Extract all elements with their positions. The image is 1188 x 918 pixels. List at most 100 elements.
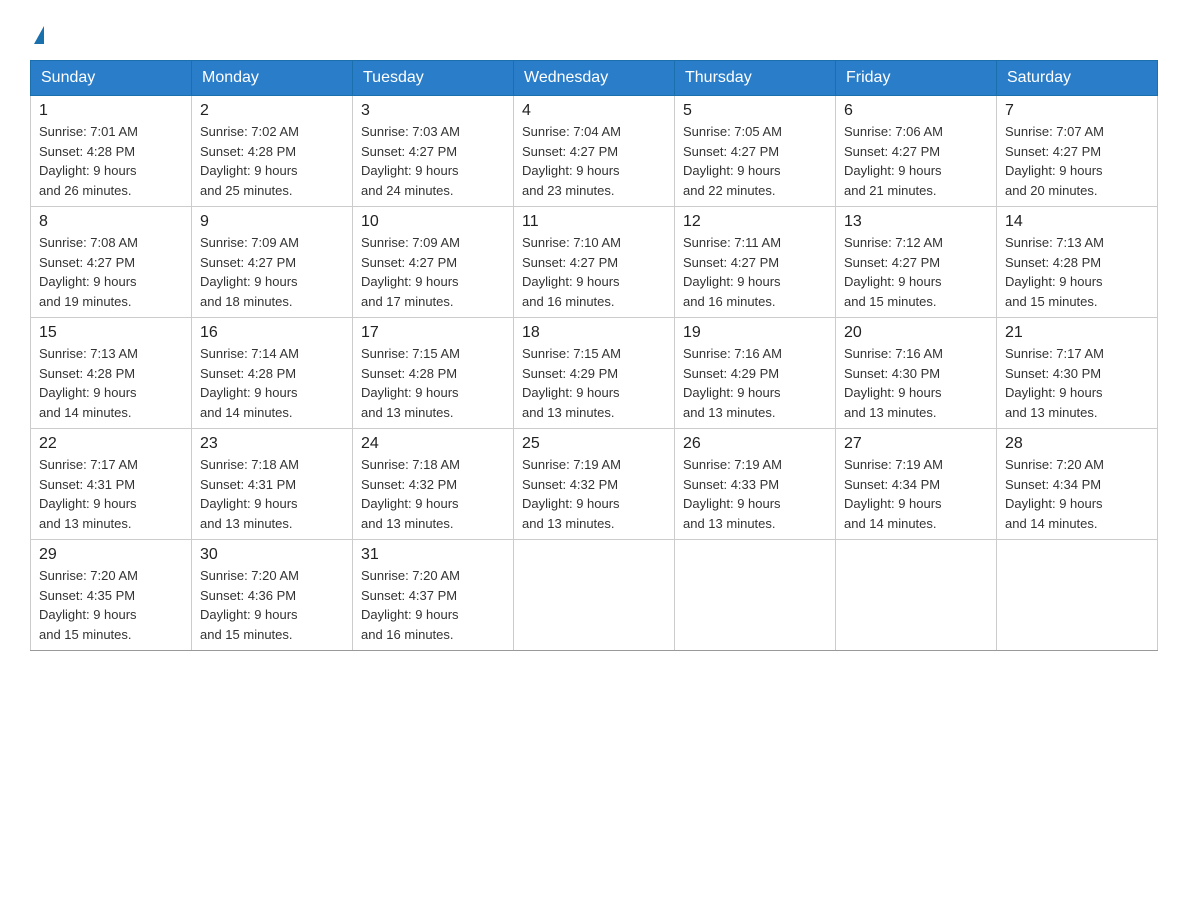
day-number: 11 [522, 213, 666, 231]
day-info: Sunrise: 7:18 AM Sunset: 4:32 PM Dayligh… [361, 455, 505, 533]
day-number: 31 [361, 546, 505, 564]
day-info: Sunrise: 7:02 AM Sunset: 4:28 PM Dayligh… [200, 122, 344, 200]
weekday-header-wednesday: Wednesday [514, 61, 675, 96]
day-info: Sunrise: 7:20 AM Sunset: 4:37 PM Dayligh… [361, 566, 505, 644]
calendar-cell: 31 Sunrise: 7:20 AM Sunset: 4:37 PM Dayl… [353, 540, 514, 651]
calendar-cell: 19 Sunrise: 7:16 AM Sunset: 4:29 PM Dayl… [675, 318, 836, 429]
calendar-cell: 30 Sunrise: 7:20 AM Sunset: 4:36 PM Dayl… [192, 540, 353, 651]
day-number: 5 [683, 102, 827, 120]
day-info: Sunrise: 7:01 AM Sunset: 4:28 PM Dayligh… [39, 122, 183, 200]
calendar-cell: 13 Sunrise: 7:12 AM Sunset: 4:27 PM Dayl… [836, 207, 997, 318]
day-info: Sunrise: 7:18 AM Sunset: 4:31 PM Dayligh… [200, 455, 344, 533]
day-number: 17 [361, 324, 505, 342]
weekday-header-thursday: Thursday [675, 61, 836, 96]
day-number: 10 [361, 213, 505, 231]
calendar-cell: 21 Sunrise: 7:17 AM Sunset: 4:30 PM Dayl… [997, 318, 1158, 429]
day-info: Sunrise: 7:20 AM Sunset: 4:35 PM Dayligh… [39, 566, 183, 644]
day-info: Sunrise: 7:05 AM Sunset: 4:27 PM Dayligh… [683, 122, 827, 200]
day-info: Sunrise: 7:20 AM Sunset: 4:36 PM Dayligh… [200, 566, 344, 644]
calendar-cell: 17 Sunrise: 7:15 AM Sunset: 4:28 PM Dayl… [353, 318, 514, 429]
day-info: Sunrise: 7:07 AM Sunset: 4:27 PM Dayligh… [1005, 122, 1149, 200]
day-number: 26 [683, 435, 827, 453]
day-number: 29 [39, 546, 183, 564]
day-info: Sunrise: 7:06 AM Sunset: 4:27 PM Dayligh… [844, 122, 988, 200]
calendar-cell: 8 Sunrise: 7:08 AM Sunset: 4:27 PM Dayli… [31, 207, 192, 318]
day-number: 23 [200, 435, 344, 453]
calendar-cell: 14 Sunrise: 7:13 AM Sunset: 4:28 PM Dayl… [997, 207, 1158, 318]
day-number: 16 [200, 324, 344, 342]
calendar-cell [675, 540, 836, 651]
calendar-cell: 27 Sunrise: 7:19 AM Sunset: 4:34 PM Dayl… [836, 429, 997, 540]
calendar-cell: 29 Sunrise: 7:20 AM Sunset: 4:35 PM Dayl… [31, 540, 192, 651]
day-number: 22 [39, 435, 183, 453]
day-number: 20 [844, 324, 988, 342]
day-info: Sunrise: 7:13 AM Sunset: 4:28 PM Dayligh… [1005, 233, 1149, 311]
day-info: Sunrise: 7:19 AM Sunset: 4:32 PM Dayligh… [522, 455, 666, 533]
weekday-header-sunday: Sunday [31, 61, 192, 96]
day-number: 8 [39, 213, 183, 231]
page-header [30, 20, 1158, 44]
calendar-cell: 12 Sunrise: 7:11 AM Sunset: 4:27 PM Dayl… [675, 207, 836, 318]
day-info: Sunrise: 7:19 AM Sunset: 4:34 PM Dayligh… [844, 455, 988, 533]
calendar-week-row: 8 Sunrise: 7:08 AM Sunset: 4:27 PM Dayli… [31, 207, 1158, 318]
calendar-cell: 1 Sunrise: 7:01 AM Sunset: 4:28 PM Dayli… [31, 96, 192, 207]
day-info: Sunrise: 7:17 AM Sunset: 4:30 PM Dayligh… [1005, 344, 1149, 422]
calendar-cell: 26 Sunrise: 7:19 AM Sunset: 4:33 PM Dayl… [675, 429, 836, 540]
day-info: Sunrise: 7:16 AM Sunset: 4:29 PM Dayligh… [683, 344, 827, 422]
calendar-cell: 3 Sunrise: 7:03 AM Sunset: 4:27 PM Dayli… [353, 96, 514, 207]
calendar-cell [997, 540, 1158, 651]
day-info: Sunrise: 7:12 AM Sunset: 4:27 PM Dayligh… [844, 233, 988, 311]
day-number: 27 [844, 435, 988, 453]
day-number: 21 [1005, 324, 1149, 342]
calendar-week-row: 29 Sunrise: 7:20 AM Sunset: 4:35 PM Dayl… [31, 540, 1158, 651]
calendar-cell: 28 Sunrise: 7:20 AM Sunset: 4:34 PM Dayl… [997, 429, 1158, 540]
calendar-cell: 6 Sunrise: 7:06 AM Sunset: 4:27 PM Dayli… [836, 96, 997, 207]
day-number: 25 [522, 435, 666, 453]
calendar-table: SundayMondayTuesdayWednesdayThursdayFrid… [30, 60, 1158, 651]
day-number: 13 [844, 213, 988, 231]
day-info: Sunrise: 7:09 AM Sunset: 4:27 PM Dayligh… [200, 233, 344, 311]
day-info: Sunrise: 7:17 AM Sunset: 4:31 PM Dayligh… [39, 455, 183, 533]
day-number: 2 [200, 102, 344, 120]
day-info: Sunrise: 7:15 AM Sunset: 4:28 PM Dayligh… [361, 344, 505, 422]
calendar-cell: 7 Sunrise: 7:07 AM Sunset: 4:27 PM Dayli… [997, 96, 1158, 207]
day-info: Sunrise: 7:20 AM Sunset: 4:34 PM Dayligh… [1005, 455, 1149, 533]
calendar-cell: 24 Sunrise: 7:18 AM Sunset: 4:32 PM Dayl… [353, 429, 514, 540]
day-info: Sunrise: 7:15 AM Sunset: 4:29 PM Dayligh… [522, 344, 666, 422]
calendar-cell: 15 Sunrise: 7:13 AM Sunset: 4:28 PM Dayl… [31, 318, 192, 429]
calendar-cell: 10 Sunrise: 7:09 AM Sunset: 4:27 PM Dayl… [353, 207, 514, 318]
calendar-cell: 9 Sunrise: 7:09 AM Sunset: 4:27 PM Dayli… [192, 207, 353, 318]
calendar-cell: 2 Sunrise: 7:02 AM Sunset: 4:28 PM Dayli… [192, 96, 353, 207]
day-number: 6 [844, 102, 988, 120]
day-number: 4 [522, 102, 666, 120]
day-number: 24 [361, 435, 505, 453]
weekday-header-monday: Monday [192, 61, 353, 96]
day-info: Sunrise: 7:09 AM Sunset: 4:27 PM Dayligh… [361, 233, 505, 311]
day-info: Sunrise: 7:11 AM Sunset: 4:27 PM Dayligh… [683, 233, 827, 311]
day-number: 30 [200, 546, 344, 564]
calendar-week-row: 22 Sunrise: 7:17 AM Sunset: 4:31 PM Dayl… [31, 429, 1158, 540]
calendar-cell: 22 Sunrise: 7:17 AM Sunset: 4:31 PM Dayl… [31, 429, 192, 540]
calendar-week-row: 15 Sunrise: 7:13 AM Sunset: 4:28 PM Dayl… [31, 318, 1158, 429]
day-number: 14 [1005, 213, 1149, 231]
day-number: 15 [39, 324, 183, 342]
calendar-cell [836, 540, 997, 651]
day-number: 7 [1005, 102, 1149, 120]
calendar-cell: 20 Sunrise: 7:16 AM Sunset: 4:30 PM Dayl… [836, 318, 997, 429]
weekday-header-friday: Friday [836, 61, 997, 96]
logo-blue-text [30, 26, 44, 44]
calendar-week-row: 1 Sunrise: 7:01 AM Sunset: 4:28 PM Dayli… [31, 96, 1158, 207]
day-info: Sunrise: 7:19 AM Sunset: 4:33 PM Dayligh… [683, 455, 827, 533]
day-number: 1 [39, 102, 183, 120]
day-info: Sunrise: 7:08 AM Sunset: 4:27 PM Dayligh… [39, 233, 183, 311]
weekday-header-tuesday: Tuesday [353, 61, 514, 96]
day-info: Sunrise: 7:04 AM Sunset: 4:27 PM Dayligh… [522, 122, 666, 200]
logo [30, 20, 44, 44]
day-number: 18 [522, 324, 666, 342]
calendar-cell: 4 Sunrise: 7:04 AM Sunset: 4:27 PM Dayli… [514, 96, 675, 207]
calendar-cell: 11 Sunrise: 7:10 AM Sunset: 4:27 PM Dayl… [514, 207, 675, 318]
calendar-cell [514, 540, 675, 651]
weekday-header-row: SundayMondayTuesdayWednesdayThursdayFrid… [31, 61, 1158, 96]
logo-triangle-icon [34, 26, 44, 44]
day-info: Sunrise: 7:16 AM Sunset: 4:30 PM Dayligh… [844, 344, 988, 422]
